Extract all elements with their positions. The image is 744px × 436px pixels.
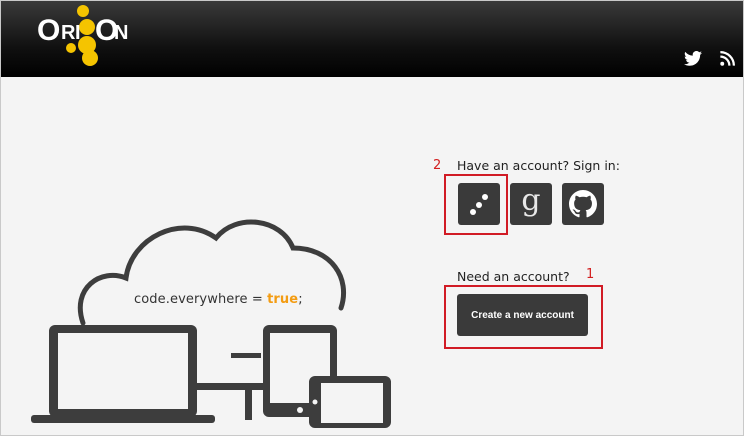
top-header: O R I O N [1, 1, 743, 77]
rss-icon[interactable] [717, 49, 737, 67]
page-frame: O R I O N code.everywhere = true; 2 1 Ha… [0, 0, 744, 436]
tagline-true: true [267, 292, 299, 307]
cloud-devices-illustration [31, 219, 391, 428]
tagline-end: ; [298, 292, 303, 307]
highlight-box-create [444, 285, 603, 349]
twitter-icon[interactable] [683, 49, 703, 67]
orion-logo[interactable]: O R I O N [1, 1, 151, 77]
svg-text:I: I [75, 22, 81, 44]
annotation-number-2: 2 [433, 158, 442, 173]
github-signin-button[interactable] [562, 183, 604, 225]
need-account-label: Need an account? [457, 269, 570, 284]
highlight-box-orion [444, 174, 508, 235]
tagline-equals: = [247, 292, 268, 307]
google-signin-button[interactable]: g [510, 183, 552, 225]
google-icon: g [521, 183, 541, 218]
annotation-number-1: 1 [586, 267, 595, 282]
svg-text:O: O [37, 14, 60, 47]
tagline-code: code.everywhere [134, 292, 248, 307]
tagline: code.everywhere = true; [134, 292, 303, 307]
github-icon [569, 190, 597, 218]
svg-text:N: N [114, 22, 128, 44]
svg-text:R: R [61, 22, 76, 44]
signin-label: Have an account? Sign in: [457, 158, 620, 173]
